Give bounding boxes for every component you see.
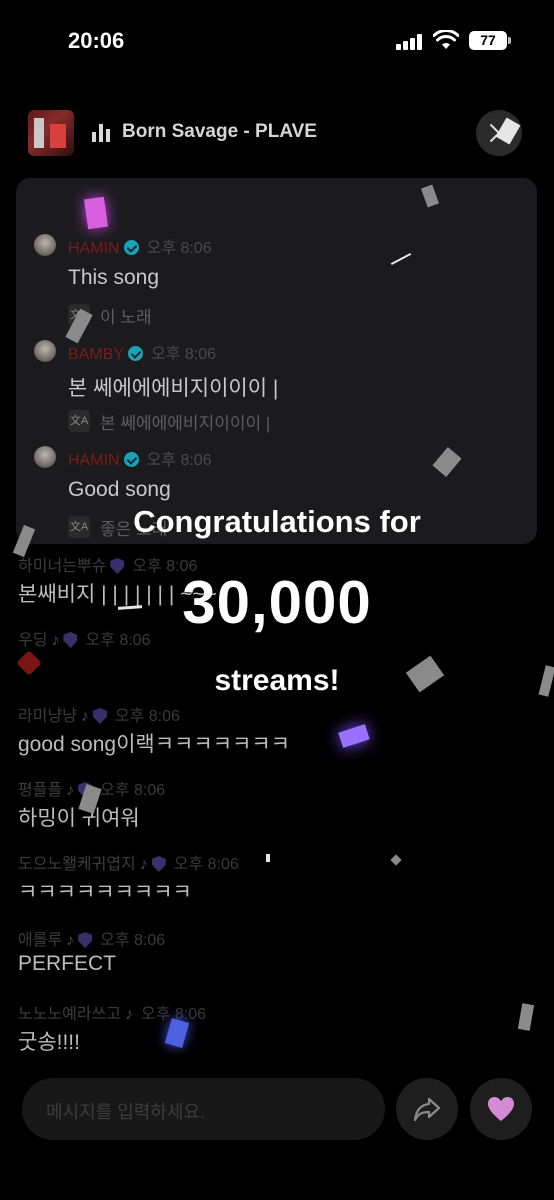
shield-badge-icon	[78, 932, 93, 948]
shield-badge-icon	[92, 708, 107, 724]
chat-author-name[interactable]: 노노노예라쓰고	[18, 1006, 121, 1023]
battery-indicator: 77	[469, 31, 511, 50]
message-text: PERFECT	[18, 952, 117, 975]
confetti-piece	[84, 196, 108, 230]
verified-badge-icon	[128, 346, 144, 361]
stream-count: 30,000	[182, 569, 372, 636]
pinned-author-name[interactable]: HAMIN	[68, 452, 120, 469]
like-button[interactable]	[470, 1078, 532, 1140]
pinned-messages-panel[interactable]: HAMIN 오후 8:06 This song 文A 이 노래 BAMBY 오후 8…	[16, 178, 537, 544]
status-bar: 20:06 77	[0, 0, 554, 80]
music-note-icon: ♪	[66, 782, 75, 799]
album-art[interactable]	[28, 110, 74, 156]
chat-author-name[interactable]: 평플플	[18, 782, 62, 799]
message-time: 오후 8:06	[100, 782, 166, 799]
message-translation: 본 쎄에에에비지이이이 |	[100, 414, 271, 433]
verified-badge-icon	[123, 452, 139, 467]
message-translation: 이 노래	[100, 308, 152, 327]
music-note-icon: ♪	[139, 856, 148, 873]
message-time: 오후 8:06	[146, 452, 212, 469]
message-text: 굿송!!!!	[18, 1031, 80, 1054]
message-text: 본 쎄에에에비지이이이 |	[68, 377, 279, 400]
heart-icon	[488, 1097, 514, 1121]
cellular-signal-icon	[396, 34, 426, 50]
song-title[interactable]: Born Savage - PLAVE	[122, 121, 317, 143]
avatar[interactable]	[34, 446, 56, 468]
confetti-piece	[266, 854, 270, 862]
message-text: ㅋㅋㅋㅋㅋㅋㅋㅋㅋ	[18, 881, 192, 904]
now-playing-header: Born Savage - PLAVE	[0, 100, 554, 170]
share-icon	[413, 1097, 441, 1122]
music-note-icon: ♪	[125, 1006, 134, 1023]
chat-author-name[interactable]: 라미냥냥	[18, 708, 77, 725]
chat-author-name[interactable]: 애롤루	[18, 932, 62, 949]
status-time: 20:06	[68, 28, 125, 53]
wifi-icon	[433, 30, 459, 49]
music-note-icon: ♪	[66, 932, 75, 949]
chat-message: 노노노예라쓰고 ♪ 오후 8:06 굿송!!!!	[18, 1000, 538, 1056]
verified-badge-icon	[123, 240, 139, 255]
chat-message: 라미냥냥 ♪ 오후 8:06 good song이랙ㅋㅋㅋㅋㅋㅋㅋ	[18, 702, 538, 758]
message-text: good song이랙ㅋㅋㅋㅋㅋㅋㅋ	[18, 733, 290, 756]
chat-author-name[interactable]: 도으노왤케귀엽지	[18, 856, 136, 873]
message-input-placeholder: 메시지를 입력하세요.	[46, 1102, 206, 1122]
chat-message: 도으노왤케귀엽지 ♪ 오후 8:06 ㅋㅋㅋㅋㅋㅋㅋㅋㅋ	[18, 850, 538, 906]
message-time: 오후 8:06	[100, 932, 166, 949]
message-input[interactable]: 메시지를 입력하세요.	[22, 1078, 385, 1140]
message-text: This song	[68, 266, 160, 289]
chat-message: 애롤루 ♪ 오후 8:06 PERFECT	[18, 926, 538, 976]
music-note-icon: ♪	[80, 708, 89, 725]
share-button[interactable]	[396, 1078, 458, 1140]
message-text: Good song	[68, 478, 171, 501]
message-text: 하밍이 귀여워	[18, 807, 140, 830]
pinned-author-name[interactable]: BAMBY	[68, 346, 124, 363]
avatar[interactable]	[34, 234, 56, 256]
message-time: 오후 8:06	[173, 856, 239, 873]
congrats-subheading: streams!	[214, 664, 340, 697]
congrats-heading: Congratulations for	[133, 504, 421, 539]
translate-icon: 文A	[68, 410, 90, 432]
pinned-author-name[interactable]: HAMIN	[68, 240, 120, 257]
message-time: 오후 8:06	[146, 240, 212, 257]
shield-badge-icon	[151, 856, 166, 872]
message-time: 오후 8:06	[151, 346, 217, 363]
equalizer-icon	[92, 124, 110, 142]
avatar[interactable]	[34, 340, 56, 362]
message-time: 오후 8:06	[114, 708, 180, 725]
